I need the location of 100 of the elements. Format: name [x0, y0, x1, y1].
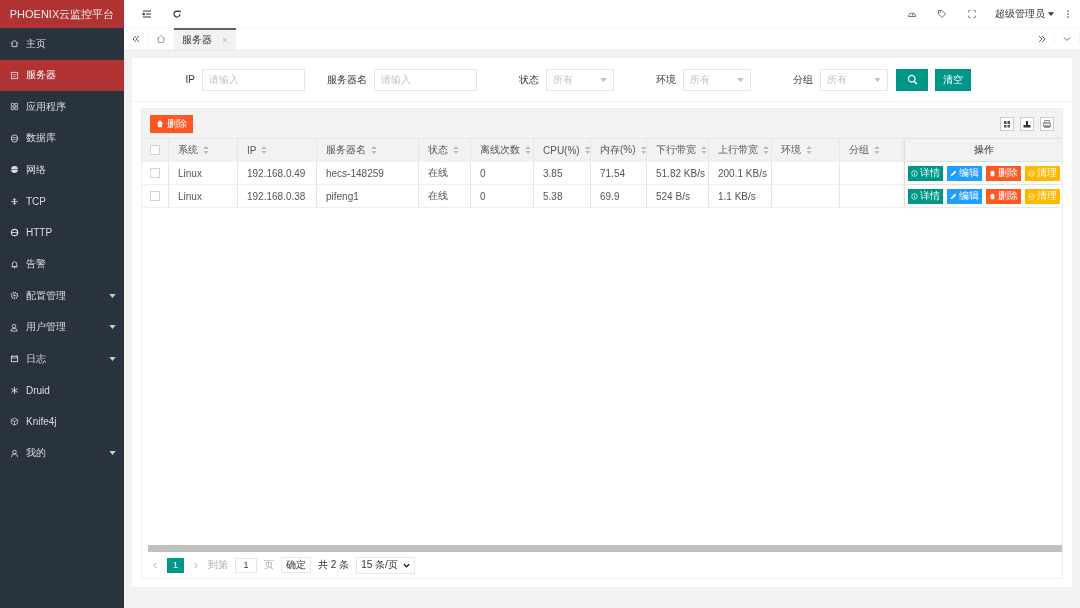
sort-icon[interactable] [806, 146, 812, 154]
page-button[interactable]: 1 [167, 557, 184, 573]
bell-icon [10, 259, 19, 269]
column-header[interactable]: 操作 [973, 143, 994, 157]
tag-icon[interactable] [937, 8, 947, 19]
globe-icon [10, 165, 19, 175]
table-cell: 1.1 KB/s [718, 190, 756, 202]
select-all-checkbox[interactable] [150, 145, 160, 155]
sort-icon[interactable] [453, 146, 459, 154]
caret-icon [737, 77, 744, 82]
table-cell: 0 [480, 167, 486, 179]
page-unit: 页 [264, 558, 274, 572]
sidebar-item[interactable]: 数据库 [0, 122, 124, 154]
menu-icon[interactable] [142, 8, 152, 19]
table-cell: pifeng1 [326, 190, 359, 202]
app-title: PHOENIX云监控平台 [0, 0, 124, 28]
action-button[interactable]: 详情 [907, 165, 943, 181]
table-cell: Linux [178, 190, 202, 202]
sort-icon[interactable] [763, 146, 769, 154]
search-button[interactable] [896, 68, 928, 91]
column-header[interactable]: 系统 [178, 143, 198, 157]
clear-button[interactable]: 清空 [935, 68, 971, 91]
column-header[interactable]: 分组 [849, 143, 869, 157]
user-menu[interactable]: 超级管理员 [995, 6, 1045, 21]
table-cell: 51.82 KB/s [656, 167, 705, 179]
pencil-icon [949, 192, 957, 200]
database-icon [10, 133, 19, 143]
minus-circle-icon [1027, 169, 1035, 177]
sort-icon[interactable] [701, 146, 707, 154]
table-cell: 在线 [428, 166, 448, 180]
info-icon [910, 192, 918, 200]
column-header[interactable]: 下行带宽 [656, 143, 696, 157]
more-icon[interactable] [1066, 8, 1070, 19]
sidebar-item[interactable]: 配置管理 [0, 280, 124, 312]
sort-icon[interactable] [874, 146, 880, 154]
total-count: 共 2 条 [318, 558, 350, 572]
sidebar-item[interactable]: 网络 [0, 154, 124, 186]
sidebar-item[interactable]: 应用程序 [0, 91, 124, 123]
grid-icon [10, 102, 19, 112]
page-size-select[interactable]: 15 条/页 [356, 556, 415, 574]
column-header[interactable]: 环境 [781, 143, 801, 157]
tab[interactable]: 服务器 × [174, 28, 236, 50]
sidebar-item[interactable]: TCP [0, 185, 124, 217]
column-header[interactable]: IP [247, 144, 257, 156]
filter-label: IP [184, 74, 195, 85]
sidebar-item[interactable]: 告警 [0, 248, 124, 280]
print-icon[interactable] [1040, 116, 1054, 131]
sidebar-item[interactable]: HTTP [0, 217, 124, 249]
trash-icon [988, 169, 996, 177]
column-header[interactable]: 内存(%) [600, 143, 636, 157]
export-icon[interactable] [1020, 116, 1034, 131]
table-cell: 3.85 [543, 167, 563, 179]
person-icon [10, 448, 19, 458]
sidebar-item[interactable]: 服务器 [0, 59, 124, 91]
goto-label: 到第 [208, 558, 228, 572]
column-header[interactable]: CPU(%) [543, 144, 580, 156]
minus-circle-icon [1027, 192, 1035, 200]
fullscreen-icon[interactable] [967, 8, 977, 19]
table-cell: 524 B/s [656, 190, 690, 202]
trash-icon [156, 119, 164, 128]
refresh-icon[interactable] [172, 8, 182, 19]
column-header[interactable]: 服务器名 [326, 143, 366, 157]
snowflake-icon [10, 385, 19, 395]
sort-icon[interactable] [371, 146, 377, 154]
page-input[interactable]: 1 [235, 557, 257, 573]
sidebar-item[interactable]: 用户管理 [0, 311, 124, 343]
confirm-button[interactable]: 确定 [281, 557, 311, 573]
sort-icon[interactable] [203, 146, 209, 154]
sidebar-item[interactable]: 主页 [0, 28, 124, 60]
sidebar-item[interactable]: 我的 [0, 437, 124, 469]
table-cell: 在线 [428, 189, 448, 203]
sidebar-item[interactable]: 日志 [0, 343, 124, 375]
table-cell: Linux [178, 167, 202, 179]
search-icon [906, 74, 918, 85]
action-button[interactable]: 详情 [907, 188, 943, 204]
column-header[interactable]: 上行带宽 [718, 143, 758, 157]
filter-label: 分组 [792, 72, 813, 87]
sort-icon[interactable] [261, 146, 268, 154]
table-cell: 69.9 [600, 190, 620, 202]
row-checkbox[interactable] [150, 191, 160, 201]
table-cell: 71.54 [600, 167, 626, 179]
sort-icon[interactable] [584, 146, 590, 154]
horizontal-scrollbar[interactable] [148, 545, 1062, 552]
server-icon [10, 70, 19, 80]
caret-icon [874, 77, 881, 82]
filter-label: 状态 [518, 72, 539, 87]
columns-icon[interactable] [1000, 116, 1014, 131]
sort-icon[interactable] [525, 146, 531, 154]
row-checkbox[interactable] [150, 168, 160, 178]
column-header[interactable]: 状态 [428, 143, 448, 157]
table-cell: 192.168.0.49 [247, 167, 306, 179]
sidebar-item[interactable]: Druid [0, 374, 124, 406]
table-cell: 192.168.0.38 [247, 190, 306, 202]
column-header[interactable]: 离线次数 [480, 143, 520, 157]
pencil-icon [949, 169, 957, 177]
sort-icon[interactable] [640, 146, 646, 154]
table-cell: hecs-148259 [326, 167, 384, 179]
user-icon [10, 322, 19, 332]
caret-icon[interactable] [1048, 11, 1054, 16]
sidebar-item[interactable]: Knife4j [0, 406, 124, 438]
